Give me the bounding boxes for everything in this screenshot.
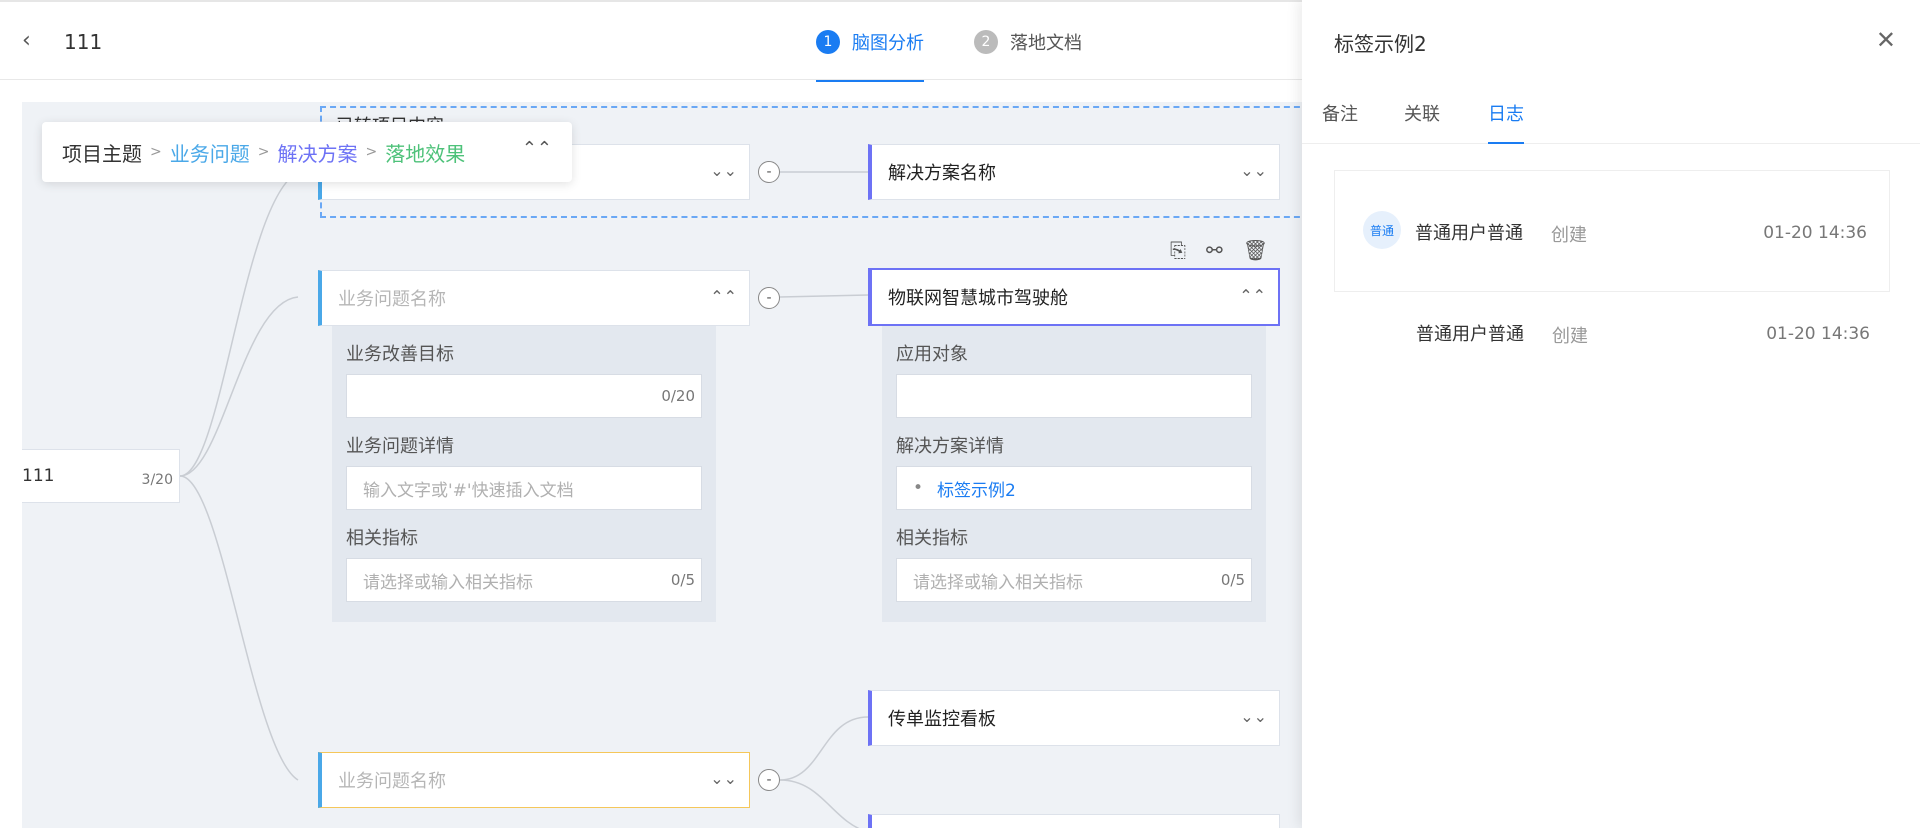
problem-placeholder: 业务问题名称 <box>338 771 446 792</box>
collapse-up-icon[interactable]: ⌃⌃ <box>522 138 552 159</box>
problem-detail-panel: 业务改善目标 0/20 业务问题详情 输入文字或'#'快速插入文档 相关指标 请… <box>332 326 716 622</box>
solution-node-partial[interactable] <box>868 814 1280 828</box>
root-count: 3/20 <box>141 472 173 488</box>
chevron-down-icon[interactable]: ⌄⌄ <box>710 161 737 180</box>
tab-log[interactable]: 日志 <box>1488 100 1524 144</box>
solution-node-selected[interactable]: 物联网智慧城市驾驶舱 ⌃⌃ <box>868 268 1280 326</box>
log-user: 普通用户普通 <box>1415 223 1523 244</box>
step-mindmap-analysis[interactable]: 1 脑图分析 <box>816 2 924 82</box>
breadcrumb-separator: > <box>150 144 162 160</box>
log-action: 创建 <box>1551 225 1587 246</box>
breadcrumb-separator: > <box>257 144 270 160</box>
mindmap-canvas[interactable]: 已转项目内容 111 3/20 ⌄⌄ - 解决方案名称 ⌄⌄ 业务问题名称 ⌃⌃… <box>22 102 1302 828</box>
metric-placeholder: 请选择或输入相关指标 <box>913 572 1083 593</box>
project-title: 111 <box>64 30 103 54</box>
chevron-up-icon[interactable]: ⌃⌃ <box>710 287 737 306</box>
step-landing-document[interactable]: 2 落地文档 <box>974 2 1082 82</box>
log-entry: 普通用户普通 创建 01-20 14:36 <box>1334 318 1890 358</box>
chevron-up-icon[interactable]: ⌃⌃ <box>1239 286 1266 305</box>
breadcrumb-item[interactable]: 项目主题 <box>62 138 142 167</box>
metric-count: 0/5 <box>1220 571 1245 589</box>
solution-node-bottom[interactable]: 传单监控看板 ⌄⌄ <box>868 690 1280 746</box>
problem-node-bottom[interactable]: 业务问题名称 ⌄⌄ <box>318 752 750 808</box>
metric-count: 0/5 <box>670 571 695 589</box>
solution-label: 传单监控看板 <box>888 709 996 730</box>
breadcrumb-item[interactable]: 业务问题 <box>170 138 250 167</box>
root-node[interactable]: 111 3/20 <box>22 449 180 503</box>
log-time: 01-20 14:36 <box>1766 324 1870 344</box>
panel-title: 标签示例2 <box>1334 32 1427 56</box>
problem-node-expanded[interactable]: 业务问题名称 ⌃⌃ <box>318 270 750 326</box>
tag-link[interactable]: 标签示例2 <box>937 476 1016 501</box>
breadcrumb-item[interactable]: 解决方案 <box>277 138 357 167</box>
log-entry: 普通 普通用户普通 创建 01-20 14:36 <box>1334 170 1890 292</box>
details-label: 业务问题详情 <box>346 436 454 457</box>
metric-placeholder: 请选择或输入相关指标 <box>363 572 533 593</box>
link-icon[interactable]: ⚯ <box>1206 238 1223 262</box>
details-placeholder: 输入文字或'#'快速插入文档 <box>363 480 574 501</box>
level-breadcrumb: 项目主题 > 业务问题 > 解决方案 > 落地效果 ⌃⌃ <box>42 122 572 182</box>
copy-icon[interactable]: ⎘ <box>1170 238 1186 262</box>
tab-relations[interactable]: 关联 <box>1404 100 1440 144</box>
chevron-down-icon[interactable]: ⌄⌄ <box>1240 161 1267 180</box>
tab-notes[interactable]: 备注 <box>1322 100 1358 144</box>
solution-label: 解决方案名称 <box>888 163 996 184</box>
root-label: 111 <box>22 466 55 486</box>
details-input[interactable]: 输入文字或'#'快速插入文档 <box>346 466 702 510</box>
target-input[interactable] <box>896 374 1252 418</box>
step-label: 脑图分析 <box>852 33 924 54</box>
panel-tabs: 备注 关联 日志 <box>1302 80 1920 144</box>
detail-side-panel: 标签示例2 ✕ 备注 关联 日志 普通 普通用户普通 创建 01-20 14:3… <box>1302 0 1920 828</box>
collapse-toggle[interactable]: - <box>758 161 780 183</box>
goal-count: 0/20 <box>661 387 695 405</box>
step-label: 落地文档 <box>1010 33 1082 54</box>
solution-metric-label: 相关指标 <box>896 528 968 549</box>
log-action: 创建 <box>1552 326 1588 347</box>
problem-placeholder: 业务问题名称 <box>338 289 446 310</box>
step-tabs: 1 脑图分析 2 落地文档 <box>816 2 1132 82</box>
solution-detail-panel: 应用对象 解决方案详情 • 标签示例2 相关指标 请选择或输入相关指标 0/5 <box>882 326 1266 622</box>
collapse-toggle[interactable]: - <box>758 287 780 309</box>
chevron-down-icon[interactable]: ⌄⌄ <box>1240 707 1267 726</box>
solution-metric-input[interactable]: 请选择或输入相关指标 0/5 <box>896 558 1252 602</box>
breadcrumb-separator: > <box>365 144 378 160</box>
bullet-icon: • <box>913 478 924 498</box>
chevron-down-icon[interactable]: ⌄⌄ <box>710 769 737 788</box>
solution-label: 物联网智慧城市驾驶舱 <box>888 288 1068 309</box>
solution-details-input[interactable]: • 标签示例2 <box>896 466 1252 510</box>
back-chevron-icon[interactable]: ‹ <box>22 28 31 53</box>
target-label: 应用对象 <box>896 344 968 365</box>
log-time: 01-20 14:36 <box>1763 223 1867 243</box>
log-user: 普通用户普通 <box>1416 324 1524 345</box>
close-icon[interactable]: ✕ <box>1876 26 1896 54</box>
avatar: 普通 <box>1363 211 1401 249</box>
step-number: 1 <box>816 30 840 54</box>
step-number: 2 <box>974 30 998 54</box>
metric-input[interactable]: 请选择或输入相关指标 0/5 <box>346 558 702 602</box>
node-toolbar: ⎘ ⚯ 🗑 <box>1170 238 1268 262</box>
goal-input[interactable]: 0/20 <box>346 374 702 418</box>
solution-details-label: 解决方案详情 <box>896 436 1004 457</box>
delete-icon[interactable]: 🗑 <box>1243 238 1268 262</box>
solution-node-top[interactable]: 解决方案名称 ⌄⌄ <box>868 144 1280 200</box>
goal-label: 业务改善目标 <box>346 344 454 365</box>
metric-label: 相关指标 <box>346 528 418 549</box>
collapse-toggle[interactable]: - <box>758 769 780 791</box>
breadcrumb-item[interactable]: 落地效果 <box>385 138 465 167</box>
